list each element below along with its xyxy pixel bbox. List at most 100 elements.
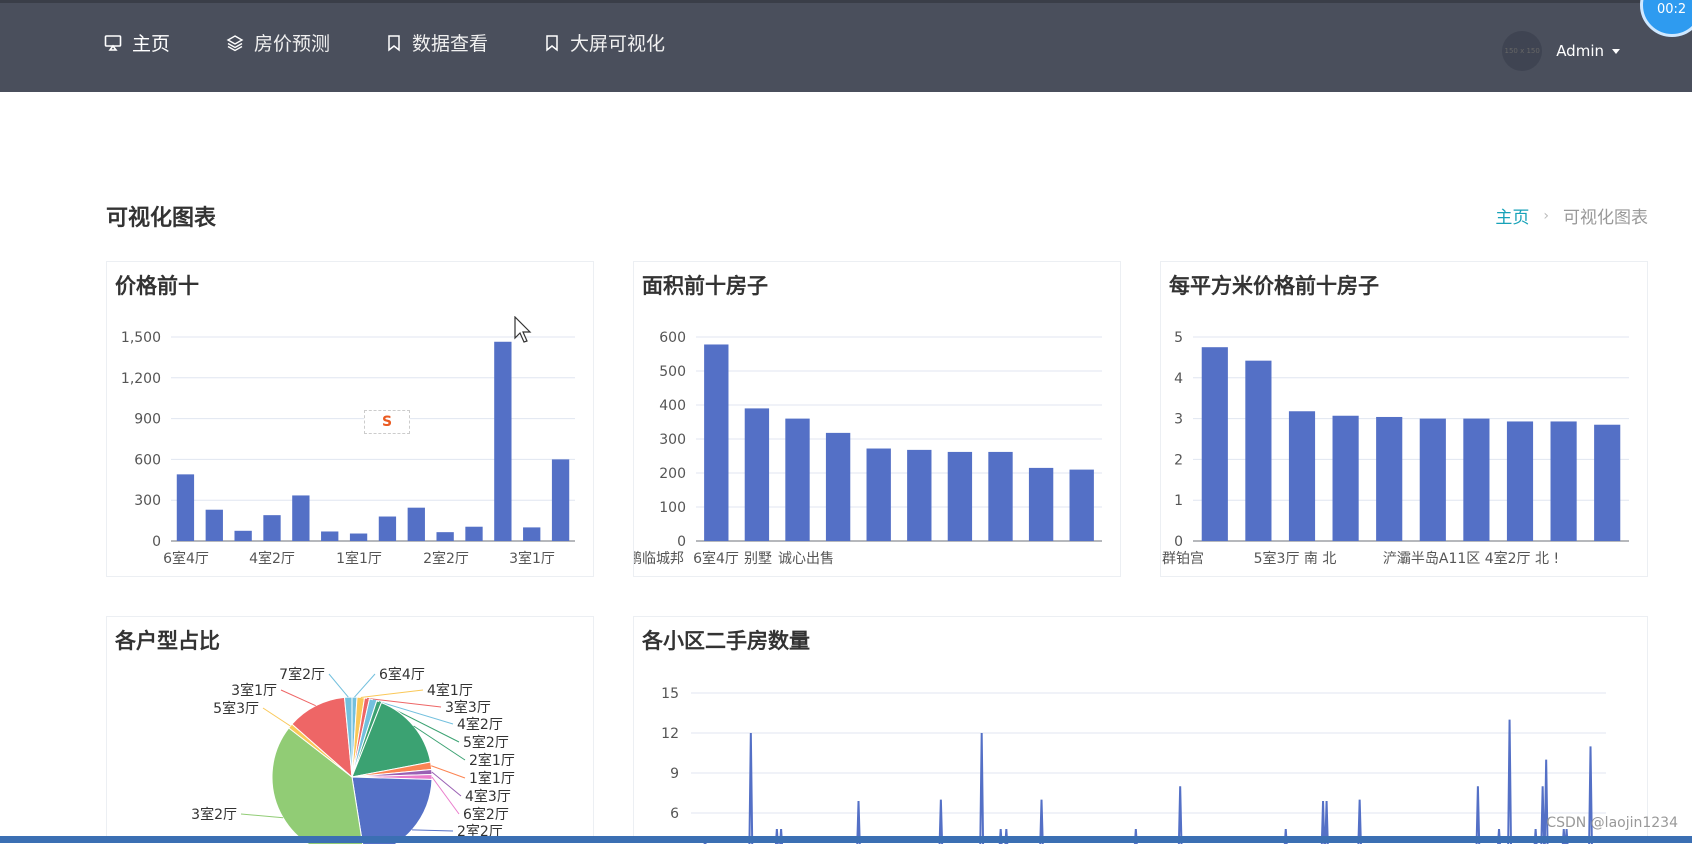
y-tick-label: 4 xyxy=(1174,371,1183,387)
nav-item-data-view-label: 数据查看 xyxy=(412,33,489,55)
y-tick-label: 5 xyxy=(1174,330,1183,346)
bar xyxy=(988,451,1013,541)
ime-toolbar-icon[interactable]: S xyxy=(364,410,410,434)
bar xyxy=(1288,411,1316,541)
pie-label: 7室2厅 xyxy=(279,666,325,683)
nav-item-home[interactable]: 主页 xyxy=(104,29,170,56)
bar xyxy=(205,509,223,541)
y-tick-label: 300 xyxy=(134,493,161,509)
main-nav: 主页 房价预测 数据查看 大屏可视化 xyxy=(104,29,721,56)
recording-timer-badge[interactable]: 00:2 xyxy=(1640,0,1692,37)
pie-label: 5室3厅 xyxy=(213,700,259,717)
pie-chart-layout-ratio[interactable]: 6室4厅4室1厅3室3厅4室2厅5室2厅2室1厅1室1厅4室3厅6室2厅2室2厅… xyxy=(107,617,595,844)
pie-label: 6室2厅 xyxy=(463,806,509,823)
bar xyxy=(349,533,368,541)
user-name[interactable]: Admin xyxy=(1556,42,1604,60)
chart-card-area-top10: 面积前十房子 0 100 200 300 400 500 600 鹏临城邦 6室4厅 别墅 诚心出售 xyxy=(633,261,1121,577)
pie-label-line xyxy=(280,689,316,707)
breadcrumb-home-link[interactable]: 主页 xyxy=(1495,203,1529,228)
layers-icon xyxy=(226,34,244,51)
y-tick-label: 300 xyxy=(659,432,686,448)
pie-label-line xyxy=(360,689,424,698)
pie-label: 5室2厅 xyxy=(463,734,509,751)
chart-card-unit-price-top10: 每平方米价格前十房子 0 1 2 3 4 5 群铂宫 5室3厅 南 北浐灞半岛A11区 4室2… xyxy=(1160,261,1648,577)
pie-slice xyxy=(351,776,433,844)
pie-label: 4室2厅 xyxy=(457,716,503,733)
bar xyxy=(825,432,851,541)
bar xyxy=(1419,418,1446,541)
nav-item-big-screen[interactable]: 大屏可视化 xyxy=(544,29,665,56)
x-tick-label: 群铂宫 xyxy=(1162,551,1204,567)
nav-item-data-view[interactable]: 数据查看 xyxy=(386,29,488,56)
bar-chart-area-top10[interactable]: 0 100 200 300 400 500 600 鹏临城邦 6室4厅 别墅 诚心出售 xyxy=(634,262,1122,578)
bar-chart-unit-price-top10[interactable]: 0 1 2 3 4 5 群铂宫 5室3厅 南 北 浐灞半岛A11区 4室2厅 北 ! xyxy=(1161,262,1649,578)
pie-label: 4室1厅 xyxy=(427,682,473,699)
pie-label-line xyxy=(411,829,454,832)
bar xyxy=(1201,347,1228,541)
bar xyxy=(176,474,195,541)
x-tick-label: 别墅 xyxy=(744,551,772,567)
pie-label-line xyxy=(431,776,460,815)
line-chart-community-count[interactable]: 6 9 12 15 xyxy=(634,617,1649,844)
bar-chart-price-top10[interactable]: 0 300 600 900 1,200 1,500 6室4厅 4室2厅 1室1厅 2室2厅 3室1厅 xyxy=(107,262,595,578)
page-title: 可视化图表 xyxy=(106,206,217,231)
chart-card-price-top10: 价格前十 0 300 600 900 1,200 1,500 6室4厅 4室2厅 1室1厅 2室2… xyxy=(106,261,594,577)
y-tick-label: 100 xyxy=(659,500,686,516)
pie-label: 3室1厅 xyxy=(231,682,277,699)
x-tick-label: 5室3厅 南 北 xyxy=(1254,550,1337,567)
bar xyxy=(494,341,512,541)
y-tick-label: 3 xyxy=(1174,412,1183,428)
bar xyxy=(436,532,454,541)
y-tick-label: 1,200 xyxy=(121,371,161,387)
x-tick-label: 浐灞半岛A11区 4室2厅 北 ! xyxy=(1383,550,1559,567)
avatar-placeholder-text: 150 x 150 xyxy=(1504,47,1540,55)
bar xyxy=(523,527,541,541)
pie-label-line xyxy=(328,673,349,698)
series-line xyxy=(703,719,1593,844)
bar xyxy=(321,531,339,541)
chart-card-layout-ratio: 各户型占比 6室4厅 4室1厅 3室3厅 4室2厅 5室2厅 2室1厅 1室1厅 4室3厅 6室… xyxy=(106,616,595,844)
nav-item-price-predict[interactable]: 房价预测 xyxy=(226,29,330,56)
x-tick-label: 鹏临城邦 xyxy=(634,551,684,567)
y-tick-label: 9 xyxy=(670,766,679,782)
bar xyxy=(1550,421,1577,541)
chart-card-community-count: 各小区二手房数量 6 9 12 15 xyxy=(633,616,1649,844)
bar xyxy=(465,526,483,541)
x-tick-label: 4室2厅 xyxy=(249,550,295,567)
bar xyxy=(407,507,425,541)
x-tick-label: 6室4厅 xyxy=(163,550,209,567)
nav-item-home-label: 主页 xyxy=(132,33,171,55)
x-tick-label: 6室4厅 xyxy=(693,550,739,567)
bar xyxy=(551,459,570,541)
bar xyxy=(292,495,310,541)
bar xyxy=(378,516,397,541)
y-tick-label: 1,500 xyxy=(121,330,161,346)
pie-label-line xyxy=(262,707,291,727)
bar xyxy=(785,418,810,541)
bar xyxy=(704,344,729,541)
y-tick-label: 600 xyxy=(659,330,686,346)
bookmark-icon xyxy=(546,34,558,52)
avatar[interactable]: 150 x 150 xyxy=(1502,31,1543,71)
bar xyxy=(744,408,770,541)
y-tick-label: 12 xyxy=(661,726,679,742)
bar xyxy=(947,451,973,541)
x-tick-label: 2室2厅 xyxy=(423,550,469,567)
user-menu[interactable]: 150 x 150 Admin xyxy=(1502,31,1620,71)
bar xyxy=(1245,360,1272,541)
bar xyxy=(907,449,932,541)
caret-down-icon[interactable] xyxy=(1612,48,1620,54)
y-tick-label: 0 xyxy=(1174,534,1183,550)
y-tick-label: 2 xyxy=(1174,452,1183,468)
bar xyxy=(234,530,252,541)
x-tick-label: 诚心出售 xyxy=(778,551,834,567)
bar xyxy=(1463,418,1490,541)
pie-label: 6室4厅 xyxy=(379,666,425,683)
pie-label: 2室1厅 xyxy=(469,752,515,769)
pie-label: 3室2厅 xyxy=(191,806,237,823)
y-tick-label: 0 xyxy=(677,534,686,550)
y-tick-label: 0 xyxy=(152,534,161,550)
x-tick-label: 3室1厅 xyxy=(509,550,555,567)
pie-label: 3室3厅 xyxy=(445,699,491,716)
y-tick-label: 900 xyxy=(134,412,161,428)
